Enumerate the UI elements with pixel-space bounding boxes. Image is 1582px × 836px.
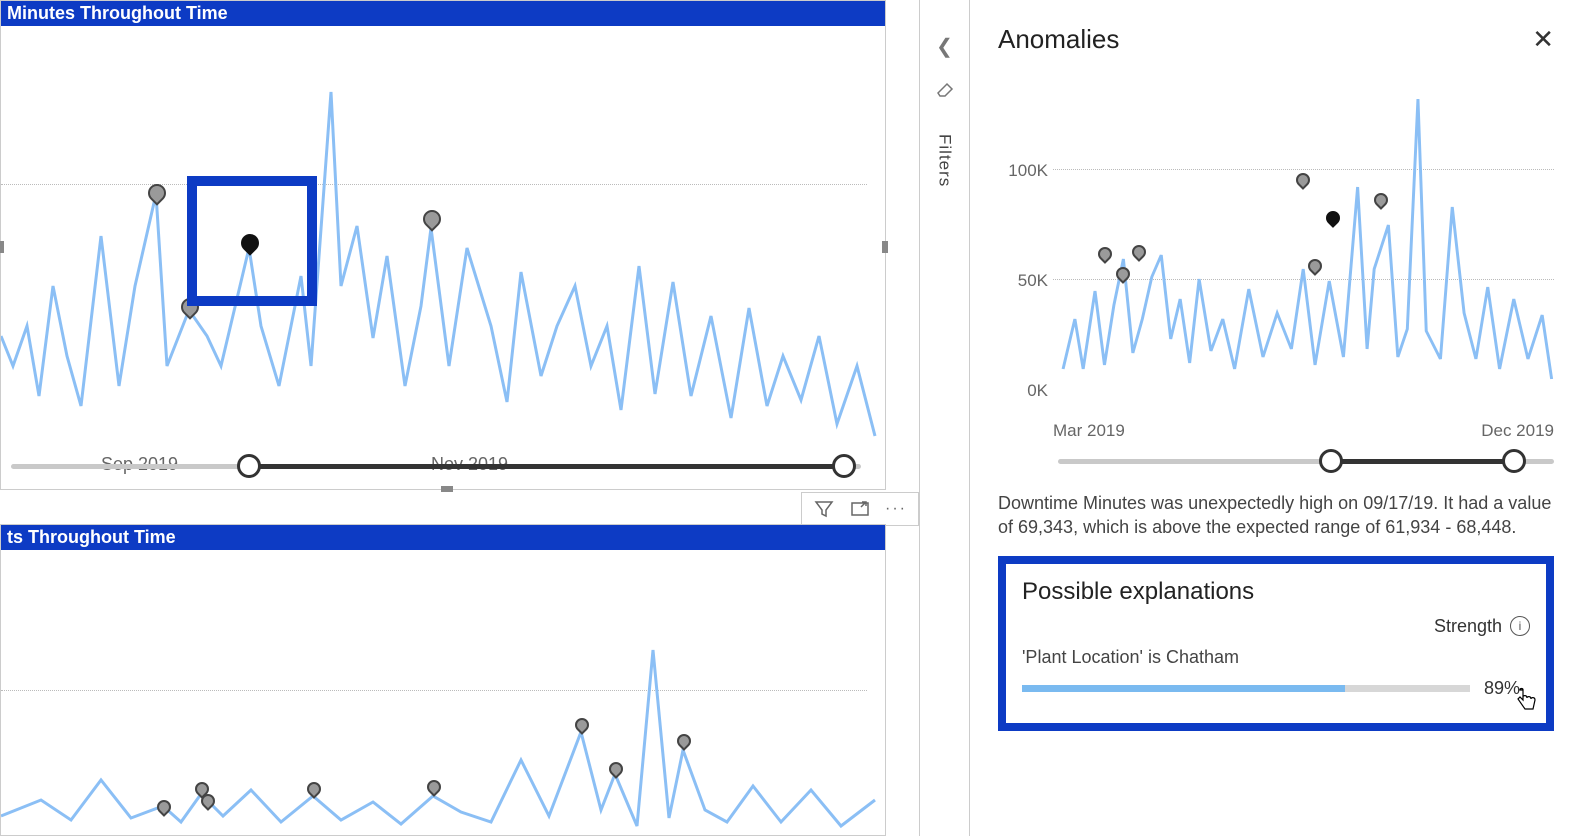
filters-pane-label: Filters: [935, 134, 955, 187]
anomaly-overview-chart[interactable]: 100K 50K 0K Mar 2019 Dec 2019: [998, 69, 1554, 419]
line-series: [1, 26, 887, 446]
resize-handle[interactable]: [441, 486, 453, 492]
more-options-icon[interactable]: ···: [884, 497, 908, 521]
slider-thumb-start[interactable]: [237, 454, 261, 478]
overview-range-slider[interactable]: [1058, 447, 1554, 477]
explanation-item-text[interactable]: 'Plant Location' is Chatham: [1022, 647, 1530, 668]
chevron-left-icon[interactable]: ❮: [936, 34, 953, 59]
filters-pane-collapsed[interactable]: ❮ Filters: [920, 0, 970, 836]
visual-downtime-minutes[interactable]: Minutes Throughout Time Sep 2019 Nov 201…: [0, 0, 886, 490]
slider-thumb-start[interactable]: [1319, 449, 1343, 473]
time-range-slider[interactable]: [11, 452, 861, 482]
visual-action-bar: ···: [801, 492, 919, 526]
visual-title: Minutes Throughout Time: [1, 1, 885, 26]
line-series: [1, 550, 887, 830]
cursor-hand-icon: [1514, 687, 1538, 721]
explanations-heading: Possible explanations: [1022, 578, 1530, 606]
chart-body[interactable]: Sep 2019 Nov 2019: [1, 26, 885, 446]
visual-secondary[interactable]: ts Throughout Time: [0, 524, 886, 836]
filter-icon[interactable]: [812, 497, 836, 521]
slider-active: [1331, 459, 1515, 464]
chart-body[interactable]: [1, 550, 885, 830]
slider-active: [249, 464, 844, 469]
strength-label: Strength: [1434, 616, 1502, 637]
slider-thumb-end[interactable]: [1502, 449, 1526, 473]
selection-highlight: [187, 176, 317, 306]
possible-explanations-card: Possible explanations Strength i 'Plant …: [998, 556, 1554, 731]
strength-fill: [1022, 685, 1345, 692]
info-icon[interactable]: i: [1510, 616, 1530, 636]
eraser-icon[interactable]: [935, 79, 955, 104]
anomalies-pane: Anomalies ✕ 100K 50K 0K Mar 2019 Dec 201…: [970, 0, 1582, 836]
x-tick-label: Dec 2019: [1481, 421, 1554, 441]
focus-mode-icon[interactable]: [848, 497, 872, 521]
anomaly-description: Downtime Minutes was unexpectedly high o…: [998, 491, 1554, 540]
strength-meter: 89%: [1022, 678, 1530, 699]
report-canvas: Minutes Throughout Time Sep 2019 Nov 201…: [0, 0, 920, 836]
line-series: [998, 69, 1554, 419]
visual-title: ts Throughout Time: [1, 525, 885, 550]
close-icon[interactable]: ✕: [1532, 24, 1554, 55]
slider-thumb-end[interactable]: [832, 454, 856, 478]
pane-title: Anomalies: [998, 24, 1119, 55]
x-tick-label: Mar 2019: [1053, 421, 1125, 441]
